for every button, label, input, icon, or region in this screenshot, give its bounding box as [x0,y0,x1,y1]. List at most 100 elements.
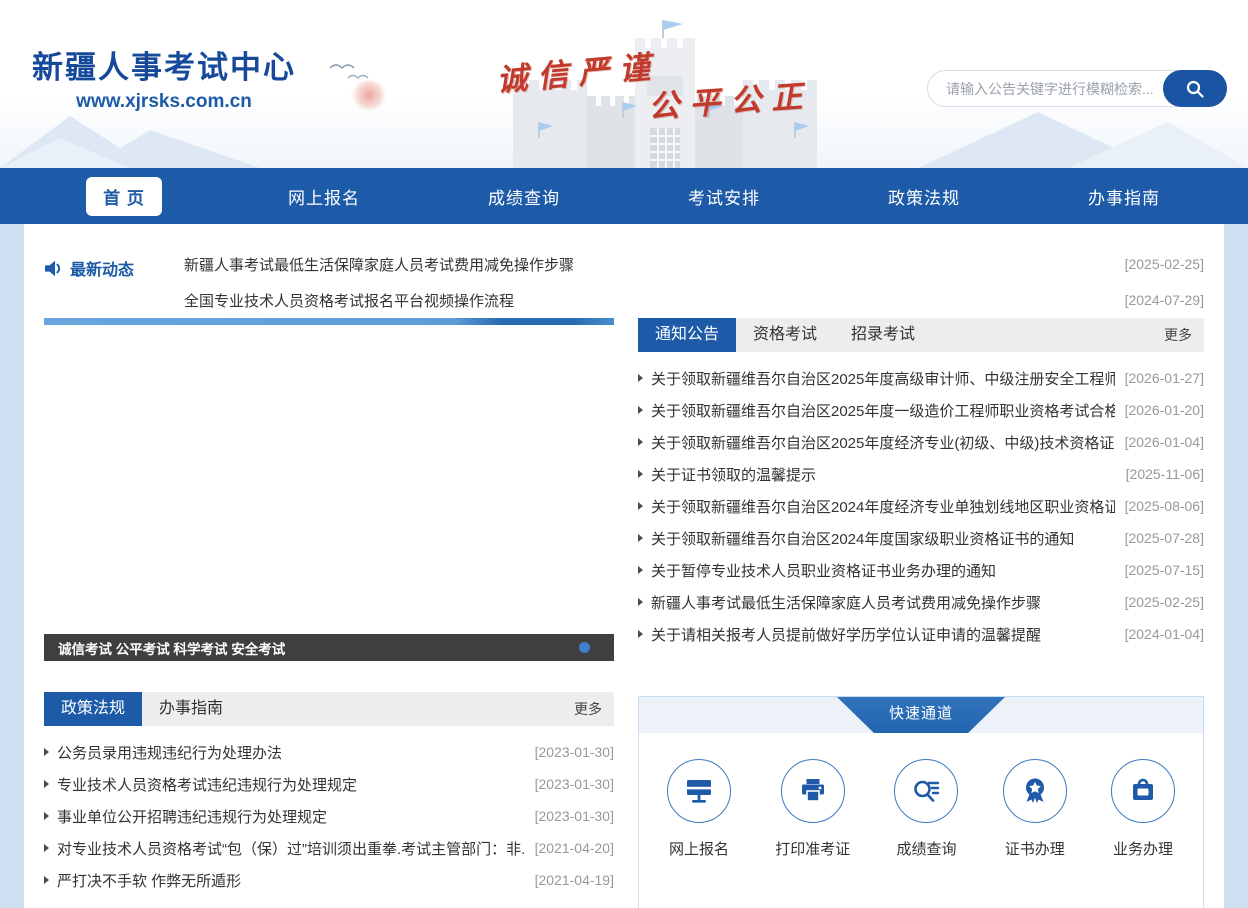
icon-circle [894,759,958,823]
quick-item-certificate[interactable]: 证书办理 [1003,759,1067,859]
policy-link[interactable]: 对专业技术人员资格考试“包（保）过”培训须出重拳.考试主管部门：非... [57,838,525,859]
carousel-indicator-dot[interactable] [579,642,590,653]
notice-date: [2025-07-28] [1125,530,1204,546]
notice-link[interactable]: 关于领取新疆维吾尔自治区2024年度国家级职业资格证书的通知 [651,528,1115,549]
notice-row: 关于领取新疆维吾尔自治区2025年度高级审计师、中级注册安全工程师... [20… [638,362,1204,394]
bullet-triangle-icon [638,534,643,542]
policy-date: [2023-01-30] [535,744,614,760]
nav-item-home[interactable]: 首 页 [86,177,162,216]
notice-date: [2026-01-27] [1125,370,1204,386]
nav-item-score-query[interactable]: 成绩查询 [488,184,560,209]
notice-row: 关于证书领取的温馨提示 [2025-11-06] [638,458,1204,490]
policy-date: [2023-01-30] [535,776,614,792]
news-date: [2024-07-29] [1125,292,1204,308]
notice-date: [2024-01-04] [1125,626,1204,642]
news-link[interactable]: 全国专业技术人员资格考试报名平台视频操作流程 [184,290,1125,311]
quick-item-score-query[interactable]: 成绩查询 [894,759,958,859]
policy-link[interactable]: 事业单位公开招聘违纪违规行为处理规定 [57,806,525,827]
quick-item-label: 打印准考证 [775,838,850,859]
nav-item-service-guide[interactable]: 办事指南 [1088,184,1160,209]
quick-item-business[interactable]: 业务办理 [1111,759,1175,859]
main-nav: 首 页 网上报名 成绩查询 考试安排 政策法规 办事指南 [0,168,1248,224]
nav-item-exam-schedule[interactable]: 考试安排 [688,184,760,209]
notice-link[interactable]: 关于领取新疆维吾尔自治区2025年度经济专业(初级、中级)技术资格证书... [651,432,1115,453]
tab-policies[interactable]: 政策法规 [44,692,142,726]
notice-row: 新疆人事考试最低生活保障家庭人员考试费用减免操作步骤 [2025-02-25] [638,586,1204,618]
site-logo[interactable]: 新疆人事考试中心 www.xjrsks.com.cn [32,42,296,113]
notice-list: 关于领取新疆维吾尔自治区2025年度高级审计师、中级注册安全工程师... [20… [638,352,1204,650]
carousel-caption-text: 诚信考试 公平考试 科学考试 安全考试 [58,638,579,658]
quick-channel-panel: 快速通道 网上报名 [638,696,1204,908]
medal-icon [1019,775,1051,807]
search-button[interactable] [1163,70,1227,107]
bullet-triangle-icon [638,630,643,638]
notice-row: 关于领取新疆维吾尔自治区2025年度经济专业(初级、中级)技术资格证书... [… [638,426,1204,458]
monitor-icon [683,775,715,807]
search-icon [1185,79,1205,99]
carousel-caption-bar: 诚信考试 公平考试 科学考试 安全考试 [44,634,614,661]
notice-date: [2026-01-20] [1125,402,1204,418]
tab-notices[interactable]: 通知公告 [638,318,736,352]
bullet-triangle-icon [44,748,49,756]
policy-section: 政策法规 办事指南 更多 公务员录用违规违纪行为处理办法 [2023-01-30… [44,692,614,896]
score-search-icon [910,775,942,807]
nav-item-policies[interactable]: 政策法规 [888,184,960,209]
tab-service-guide[interactable]: 办事指南 [142,692,240,726]
policy-row: 事业单位公开招聘违纪违规行为处理规定 [2023-01-30] [44,800,614,832]
icon-circle [1111,759,1175,823]
site-header: 新疆人事考试中心 www.xjrsks.com.cn 诚信严谨 公平公正 [0,0,1248,168]
search-bar [927,70,1227,107]
notice-link[interactable]: 关于领取新疆维吾尔自治区2024年度经济专业单独划线地区职业资格证... [651,496,1115,517]
mountain-illustration-right [918,98,1248,168]
notice-link[interactable]: 关于暂停专业技术人员职业资格证书业务办理的通知 [651,560,1115,581]
notice-date: [2025-11-06] [1126,466,1204,482]
bullet-triangle-icon [638,374,643,382]
policy-row: 公务员录用违规违纪行为处理办法 [2023-01-30] [44,736,614,768]
policy-date: [2023-01-30] [535,808,614,824]
policy-link[interactable]: 专业技术人员资格考试违纪违规行为处理规定 [57,774,525,795]
policy-row: 专业技术人员资格考试违纪违规行为处理规定 [2023-01-30] [44,768,614,800]
notice-link[interactable]: 新疆人事考试最低生活保障家庭人员考试费用减免操作步骤 [651,592,1115,613]
speaker-icon [44,260,63,277]
quick-item-label: 成绩查询 [896,838,956,859]
bullet-triangle-icon [638,502,643,510]
notice-date: [2026-01-04] [1125,434,1204,450]
notice-link[interactable]: 关于请相关报考人员提前做好学历学位认证申请的温馨提醒 [651,624,1115,645]
bullet-triangle-icon [638,598,643,606]
news-link[interactable]: 新疆人事考试最低生活保障家庭人员考试费用减免操作步骤 [184,254,1125,275]
policy-link[interactable]: 公务员录用违规违纪行为处理办法 [57,742,525,763]
notice-row: 关于领取新疆维吾尔自治区2024年度国家级职业资格证书的通知 [2025-07-… [638,522,1204,554]
notice-row: 关于请相关报考人员提前做好学历学位认证申请的温馨提醒 [2024-01-04] [638,618,1204,650]
policy-more-link[interactable]: 更多 [574,699,602,719]
notice-row: 关于暂停专业技术人员职业资格证书业务办理的通知 [2025-07-15] [638,554,1204,586]
bullet-triangle-icon [44,876,49,884]
carousel-image[interactable] [44,325,614,634]
tab-qualification-exams[interactable]: 资格考试 [736,318,834,352]
nav-item-online-registration[interactable]: 网上报名 [288,184,360,209]
quick-item-online-registration[interactable]: 网上报名 [667,759,731,859]
bullet-triangle-icon [44,844,49,852]
quick-channel-items: 网上报名 打印准考证 [639,733,1203,859]
quick-item-print-ticket[interactable]: 打印准考证 [775,759,850,859]
quick-item-label: 证书办理 [1005,838,1065,859]
notice-more-link[interactable]: 更多 [1164,325,1192,345]
right-column: 通知公告 资格考试 招录考试 更多 关于领取新疆维吾尔自治区2025年度高级审计… [638,318,1204,908]
notice-date: [2025-08-06] [1125,498,1204,514]
policy-tabbar: 政策法规 办事指南 更多 [44,692,614,726]
notice-row: 关于领取新疆维吾尔自治区2024年度经济专业单独划线地区职业资格证... [20… [638,490,1204,522]
notice-link[interactable]: 关于证书领取的温馨提示 [651,464,1116,485]
policy-row: 对专业技术人员资格考试“包（保）过”培训须出重拳.考试主管部门：非... [20… [44,832,614,864]
policy-row: 严打决不手软 作弊无所遁形 [2021-04-19] [44,864,614,896]
tab-recruitment-exams[interactable]: 招录考试 [834,318,932,352]
icon-circle [667,759,731,823]
policy-link[interactable]: 严打决不手软 作弊无所遁形 [57,870,525,891]
sun-illustration [352,80,386,110]
notice-link[interactable]: 关于领取新疆维吾尔自治区2025年度一级造价工程师职业资格考试合格... [651,400,1115,421]
notice-link[interactable]: 关于领取新疆维吾尔自治区2025年度高级审计师、中级注册安全工程师... [651,368,1115,389]
bullet-triangle-icon [44,780,49,788]
bullet-triangle-icon [638,566,643,574]
latest-news-row: 全国专业技术人员资格考试报名平台视频操作流程 [2024-07-29] [184,282,1204,318]
left-column: 诚信考试 公平考试 科学考试 安全考试 政策法规 办事指南 更多 公务员录用违规… [44,318,614,908]
policy-date: [2021-04-20] [535,840,614,856]
icon-circle [1003,759,1067,823]
